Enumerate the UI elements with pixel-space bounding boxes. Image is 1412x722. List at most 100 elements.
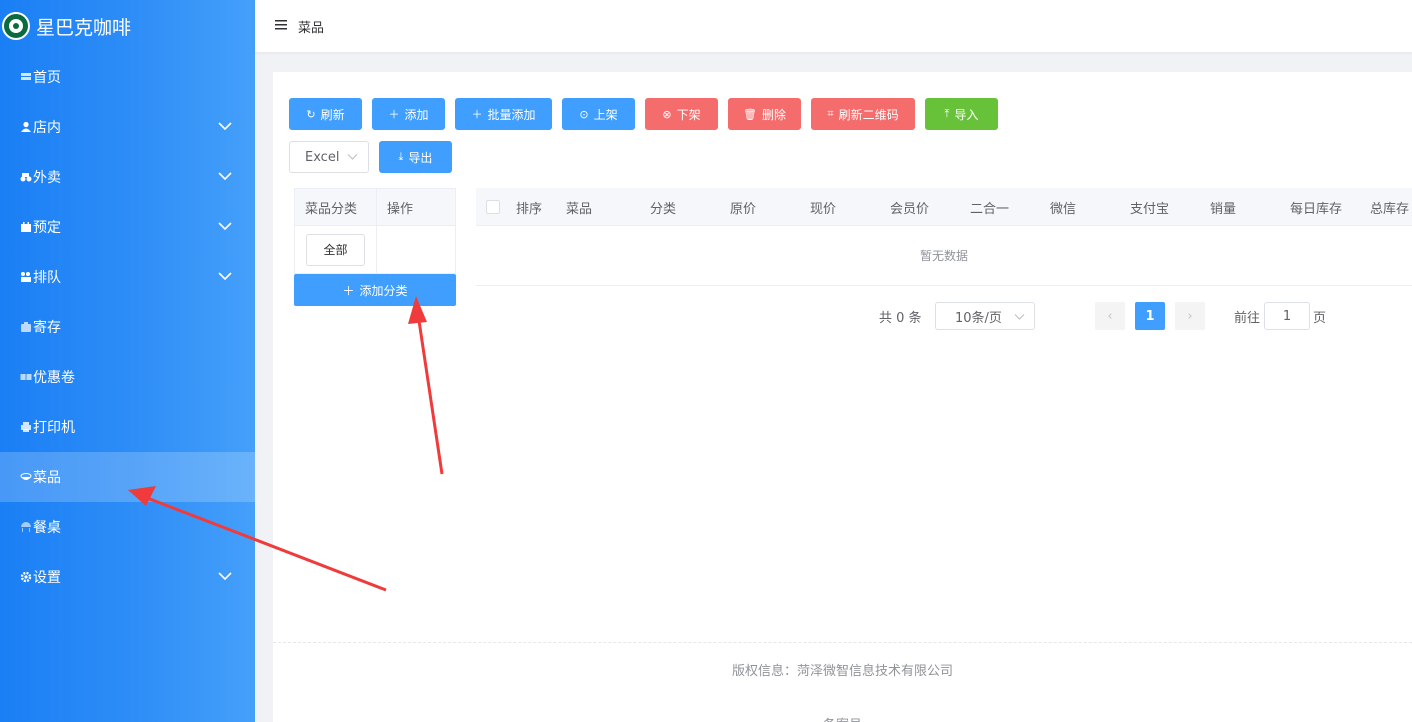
sidebar-item-queue[interactable]: 排队 <box>0 252 255 302</box>
pagination: 共 0 条 10条/页 ‹ 1 › 前往 1 页 <box>273 302 1412 332</box>
column-header: 菜品分类 <box>295 189 377 225</box>
chevron-down-icon <box>347 151 358 166</box>
delete-label: 删除 <box>761 107 786 122</box>
plus-icon: ＋ <box>388 108 400 121</box>
chevron-down-icon <box>217 170 233 186</box>
sidebar-item-label: 寄存 <box>33 320 61 336</box>
sidebar-item-label: 首页 <box>33 70 61 86</box>
column-header: 支付宝 <box>1130 201 1170 217</box>
chevron-down-icon <box>217 270 233 286</box>
batch-add-button[interactable]: ＋ 批量添加 <box>455 98 552 130</box>
sidebar-item-storage[interactable]: 寄存 <box>0 302 255 352</box>
add-label: 添加 <box>404 107 429 122</box>
queue-icon <box>19 271 32 283</box>
gear-icon <box>19 571 32 583</box>
off-shelf-button[interactable]: ⊗ 下架 <box>645 98 718 130</box>
import-label: 导入 <box>954 107 979 122</box>
column-header: 操作 <box>387 201 414 217</box>
user-icon <box>19 121 32 133</box>
export-label: 导出 <box>408 150 433 165</box>
sidebar-item-label: 排队 <box>33 270 61 286</box>
page-size-value: 10条/页 <box>955 310 1002 326</box>
select-all-checkbox[interactable] <box>486 200 500 214</box>
plus-icon: ＋ <box>471 108 483 121</box>
home-icon <box>19 71 32 83</box>
sidebar-item-printer[interactable]: 打印机 <box>0 402 255 452</box>
sidebar-item-label: 预定 <box>33 220 61 236</box>
footer-divider <box>273 642 1412 643</box>
menu-toggle-icon[interactable] <box>275 18 287 34</box>
next-page-button[interactable]: › <box>1175 302 1205 330</box>
export-format-value: Excel <box>305 149 340 165</box>
delete-button[interactable]: 🗑 删除 <box>728 98 801 130</box>
chevron-down-icon <box>217 220 233 236</box>
top-header: 菜品 <box>255 0 1412 52</box>
page-size-select[interactable]: 10条/页 <box>935 302 1035 330</box>
sidebar-item-reserve[interactable]: 预定 <box>0 202 255 252</box>
sidebar: 星巴克咖啡 首页 店内 外卖 预定 排队 寄存 优惠卷 打印机 菜品 餐桌 设置 <box>0 0 255 722</box>
column-header: 总库存 <box>1370 201 1410 217</box>
goto-page-input[interactable]: 1 <box>1264 302 1310 330</box>
column-header: 分类 <box>650 201 677 217</box>
empty-state: 暂无数据 <box>476 226 1412 286</box>
total-count: 共 0 条 <box>879 310 922 326</box>
dish-table: 排序 菜品 分类 原价 现价 会员价 二合一 微信 支付宝 销量 每日库存 总库… <box>476 188 1412 286</box>
column-header: 销量 <box>1210 201 1237 217</box>
import-button[interactable]: ⤒ 导入 <box>925 98 998 130</box>
on-shelf-button[interactable]: ⊙ 上架 <box>562 98 635 130</box>
sidebar-item-label: 优惠卷 <box>33 370 75 386</box>
sidebar-item-dishes[interactable]: 菜品 <box>0 452 255 502</box>
reserve-icon <box>19 221 32 233</box>
brand-name: 星巴克咖啡 <box>36 16 132 39</box>
refresh-button[interactable]: ↻ 刷新 <box>289 98 362 130</box>
chevron-down-icon <box>1014 311 1025 326</box>
sidebar-item-label: 打印机 <box>33 420 75 436</box>
column-header: 每日库存 <box>1290 201 1343 217</box>
column-header: 排序 <box>516 201 543 217</box>
sidebar-item-label: 设置 <box>33 570 61 586</box>
sidebar-item-label: 餐桌 <box>33 520 61 536</box>
dish-table-header: 排序 菜品 分类 原价 现价 会员价 二合一 微信 支付宝 销量 每日库存 总库… <box>476 188 1412 226</box>
qrcode-icon: ⌗ <box>827 107 834 120</box>
trash-icon: 🗑 <box>743 107 757 121</box>
delivery-icon <box>19 171 32 183</box>
refresh-icon: ↻ <box>306 107 316 121</box>
page-number[interactable]: 1 <box>1135 302 1165 330</box>
sidebar-item-label: 菜品 <box>33 470 61 486</box>
close-circle-icon: ⊗ <box>662 107 672 121</box>
sidebar-item-settings[interactable]: 设置 <box>0 552 255 602</box>
chevron-left-icon: ‹ <box>1107 308 1113 324</box>
check-circle-icon: ⊙ <box>579 107 589 121</box>
off-shelf-label: 下架 <box>676 107 701 122</box>
dish-icon <box>19 471 32 483</box>
refresh-qr-button[interactable]: ⌗ 刷新二维码 <box>811 98 915 130</box>
coupon-icon <box>19 371 32 383</box>
add-category-label: 添加分类 <box>359 283 408 298</box>
main-card: ↻ 刷新 ＋ 添加 ＋ 批量添加 ⊙ 上架 ⊗ 下架 🗑 删除 ⌗ 刷新二维码 ⤒ 导入 Exc… <box>273 72 1412 722</box>
sidebar-item-delivery[interactable]: 外卖 <box>0 152 255 202</box>
column-header: 菜品 <box>566 201 593 217</box>
refresh-label: 刷新 <box>320 107 345 122</box>
export-format-select[interactable]: Excel <box>289 141 369 173</box>
table-icon <box>19 521 32 533</box>
sidebar-item-tables[interactable]: 餐桌 <box>0 502 255 552</box>
column-header: 二合一 <box>970 201 1010 217</box>
add-button[interactable]: ＋ 添加 <box>372 98 445 130</box>
plus-icon: ＋ <box>342 283 355 298</box>
sidebar-item-coupon[interactable]: 优惠卷 <box>0 352 255 402</box>
column-header: 原价 <box>730 201 757 217</box>
export-button[interactable]: ⤓ 导出 <box>379 141 452 173</box>
page-suffix: 页 <box>1313 310 1327 326</box>
category-table-header: 菜品分类 操作 <box>294 188 456 226</box>
sidebar-item-label: 外卖 <box>33 170 61 186</box>
on-shelf-label: 上架 <box>593 107 618 122</box>
category-all-button[interactable]: 全部 <box>306 233 365 266</box>
sidebar-item-in-store[interactable]: 店内 <box>0 102 255 152</box>
starbucks-logo-icon <box>2 12 30 40</box>
prev-page-button[interactable]: ‹ <box>1095 302 1125 330</box>
brand[interactable]: 星巴克咖啡 <box>0 0 255 52</box>
table-cell: 全部 <box>295 226 377 273</box>
upload-icon: ⤒ <box>944 107 950 120</box>
printer-icon <box>19 421 32 433</box>
sidebar-item-home[interactable]: 首页 <box>0 52 255 102</box>
